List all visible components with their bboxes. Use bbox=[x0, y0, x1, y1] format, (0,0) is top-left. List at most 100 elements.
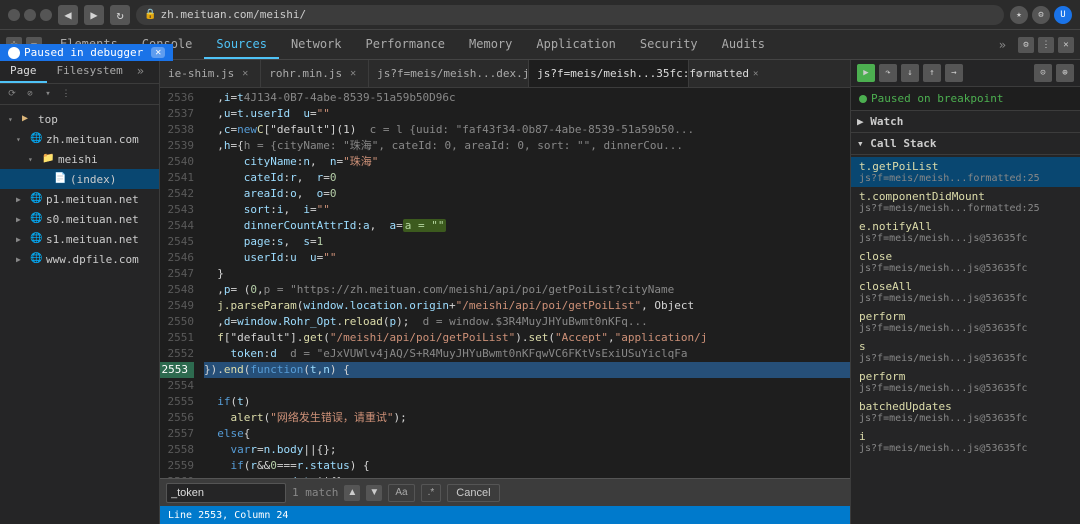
window-controls bbox=[8, 9, 52, 21]
file-tab-rohr[interactable]: rohr.min.js ✕ bbox=[261, 60, 369, 87]
watch-section-title[interactable]: ▶ Watch bbox=[851, 111, 1080, 133]
tab-application[interactable]: Application bbox=[524, 30, 627, 59]
call-stack-item-8[interactable]: batchedUpdates js?f=meis/meish...js@5363… bbox=[851, 397, 1080, 427]
tree-item-p1[interactable]: ▶ 🌐 p1.meituan.net bbox=[0, 189, 159, 209]
code-content[interactable]: , i = t4J134-0B7-4abe-8539-51a59b50D96c … bbox=[200, 88, 850, 478]
settings-icon[interactable]: ⚙ bbox=[1018, 37, 1034, 53]
sidebar-tab-page[interactable]: Page bbox=[0, 60, 47, 83]
search-input[interactable] bbox=[171, 487, 251, 499]
extension-icon-1[interactable]: ★ bbox=[1010, 6, 1028, 24]
deactivate-breakpoints-btn[interactable]: ⊝ bbox=[1034, 64, 1052, 82]
paused-indicator bbox=[859, 95, 867, 103]
pause-on-exceptions-btn[interactable]: ⊕ bbox=[1056, 64, 1074, 82]
hide-icon[interactable]: ▾ bbox=[40, 86, 56, 102]
sidebar-toolbar: ⟳ ⊘ ▾ ⋮ bbox=[0, 84, 159, 105]
call-stack-item-4[interactable]: closeAll js?f=meis/meish...js@53635fc bbox=[851, 277, 1080, 307]
minimize-btn[interactable] bbox=[24, 9, 36, 21]
extension-icon-2[interactable]: ⚙ bbox=[1032, 6, 1050, 24]
call-stack-item-9[interactable]: i js?f=meis/meish...js@53635fc bbox=[851, 427, 1080, 455]
back-btn[interactable]: ◀ bbox=[58, 5, 78, 25]
call-stack-item-6[interactable]: s js?f=meis/meish...js@53635fc bbox=[851, 337, 1080, 367]
address-bar[interactable]: 🔒 zh.meituan.com/meishi/ bbox=[136, 5, 1004, 25]
tree-item-meituan[interactable]: ▾ 🌐 zh.meituan.com bbox=[0, 129, 159, 149]
tab-sources[interactable]: Sources bbox=[204, 30, 279, 59]
step-btn[interactable]: → bbox=[945, 64, 963, 82]
tree-item-index[interactable]: 📄 (index) bbox=[0, 169, 159, 189]
tree-arrow-s1: ▶ bbox=[16, 235, 26, 244]
debugger-play-icon[interactable]: ▶ bbox=[8, 47, 20, 59]
cs-fn-name-1: t.componentDidMount bbox=[859, 190, 1072, 203]
call-stack-item-7[interactable]: perform js?f=meis/meish...js@53635fc bbox=[851, 367, 1080, 397]
search-cancel-btn[interactable]: Cancel bbox=[447, 484, 499, 502]
cs-fn-name-3: close bbox=[859, 250, 1072, 263]
close-file-tab-ie-shim[interactable]: ✕ bbox=[238, 67, 252, 81]
code-line-2557: else { bbox=[204, 426, 850, 442]
devtools-panel: ⊹ ▭ Elements Console Sources Network Per… bbox=[0, 30, 1080, 524]
step-out-btn[interactable]: ↑ bbox=[923, 64, 941, 82]
close-file-tab-rohr[interactable]: ✕ bbox=[346, 67, 360, 81]
code-line-2538: , c = new C["default"](1) c = l {uuid: "… bbox=[204, 122, 850, 138]
cs-file-2: js?f=meis/meish...js@53635fc bbox=[859, 233, 1072, 244]
close-btn[interactable] bbox=[8, 9, 20, 21]
call-stack-item-1[interactable]: t.componentDidMount js?f=meis/meish...fo… bbox=[851, 187, 1080, 217]
tree-arrow: ▾ bbox=[8, 115, 18, 124]
tree-item-s0[interactable]: ▶ 🌐 s0.meituan.net bbox=[0, 209, 159, 229]
file-tab-ie-shim[interactable]: ie-shim.js ✕ bbox=[160, 60, 261, 87]
tree-item-top[interactable]: ▾ ▶ top bbox=[0, 109, 159, 129]
status-text: Line 2553, Column 24 bbox=[168, 510, 288, 521]
search-case-btn[interactable]: Aa bbox=[388, 484, 414, 502]
tab-overflow-btn[interactable]: » bbox=[993, 38, 1012, 52]
resume-btn[interactable]: ▶ bbox=[857, 64, 875, 82]
code-line-2553: }).end(function(t, n) { bbox=[204, 362, 850, 378]
call-stack-section-title[interactable]: ▾ Call Stack bbox=[851, 133, 1080, 155]
tree-label-dpfile: www.dpfile.com bbox=[46, 253, 139, 266]
search-match-count: 1 match bbox=[292, 486, 338, 499]
tab-network[interactable]: Network bbox=[279, 30, 354, 59]
call-stack-item-2[interactable]: e.notifyAll js?f=meis/meish...js@53635fc bbox=[851, 217, 1080, 247]
maximize-btn[interactable] bbox=[40, 9, 52, 21]
step-over-btn[interactable]: ↷ bbox=[879, 64, 897, 82]
close-devtools-icon[interactable]: ✕ bbox=[1058, 37, 1074, 53]
step-into-btn[interactable]: ↓ bbox=[901, 64, 919, 82]
file-tab-js-formatted[interactable]: js?f=meis/meish...35fc:formatted ✕ bbox=[529, 60, 689, 87]
clear-icon[interactable]: ⊘ bbox=[22, 86, 38, 102]
line-numbers: 2536 2537 2538 2539 2540 2541 2542 2543 … bbox=[160, 88, 200, 478]
cs-file-5: js?f=meis/meish...js@53635fc bbox=[859, 323, 1072, 334]
tree-item-meishi[interactable]: ▾ 📁 meishi bbox=[0, 149, 159, 169]
tab-security[interactable]: Security bbox=[628, 30, 710, 59]
more-sidebar-icon[interactable]: ⋮ bbox=[58, 86, 74, 102]
tree-arrow-meituan: ▾ bbox=[16, 135, 26, 144]
tab-memory[interactable]: Memory bbox=[457, 30, 524, 59]
tree-item-s1[interactable]: ▶ 🌐 s1.meituan.net bbox=[0, 229, 159, 249]
code-line-2543: sort: i, i = "" bbox=[204, 202, 850, 218]
sidebar-tab-filesystem[interactable]: Filesystem bbox=[47, 60, 133, 83]
tree-label-meituan: zh.meituan.com bbox=[46, 133, 139, 146]
cs-fn-name-0: t.getPoiList bbox=[859, 160, 1072, 173]
code-editor[interactable]: 2536 2537 2538 2539 2540 2541 2542 2543 … bbox=[160, 88, 850, 506]
tree-label-s1: s1.meituan.net bbox=[46, 233, 139, 246]
search-next-btn[interactable]: ▼ bbox=[366, 485, 382, 501]
search-regex-btn[interactable]: .* bbox=[421, 484, 442, 502]
tab-audits[interactable]: Audits bbox=[710, 30, 777, 59]
cs-fn-name-7: perform bbox=[859, 370, 1072, 383]
search-prev-btn[interactable]: ▲ bbox=[344, 485, 360, 501]
devtools-right-icons: ⚙ ⋮ ✕ bbox=[1012, 37, 1080, 53]
search-input-wrap[interactable] bbox=[166, 483, 286, 503]
tab-performance[interactable]: Performance bbox=[354, 30, 457, 59]
sidebar-tab-overflow[interactable]: » bbox=[133, 60, 148, 83]
devtools-tabs: Elements Console Sources Network Perform… bbox=[48, 30, 993, 59]
file-tabs-overflow-btn[interactable]: » bbox=[689, 60, 708, 87]
tree-item-dpfile[interactable]: ▶ 🌐 www.dpfile.com bbox=[0, 249, 159, 269]
sidebar-tabs: Page Filesystem » bbox=[0, 60, 159, 84]
call-stack-item-5[interactable]: perform js?f=meis/meish...js@53635fc bbox=[851, 307, 1080, 337]
close-paused-badge[interactable]: ✕ bbox=[151, 47, 165, 58]
profile-icon[interactable]: U bbox=[1054, 6, 1072, 24]
file-tab-js-dex[interactable]: js?f=meis/meish...dex.js@53635fc ✕ bbox=[369, 60, 529, 87]
forward-btn[interactable]: ▶ bbox=[84, 5, 104, 25]
call-stack-item-0[interactable]: t.getPoiList js?f=meis/meish...formatted… bbox=[851, 157, 1080, 187]
sync-icon[interactable]: ⟳ bbox=[4, 86, 20, 102]
code-line-2551: f["default"].get("/meishi/api/poi/getPoi… bbox=[204, 330, 850, 346]
reload-btn[interactable]: ↻ bbox=[110, 5, 130, 25]
call-stack-item-3[interactable]: close js?f=meis/meish...js@53635fc bbox=[851, 247, 1080, 277]
more-icon[interactable]: ⋮ bbox=[1038, 37, 1054, 53]
